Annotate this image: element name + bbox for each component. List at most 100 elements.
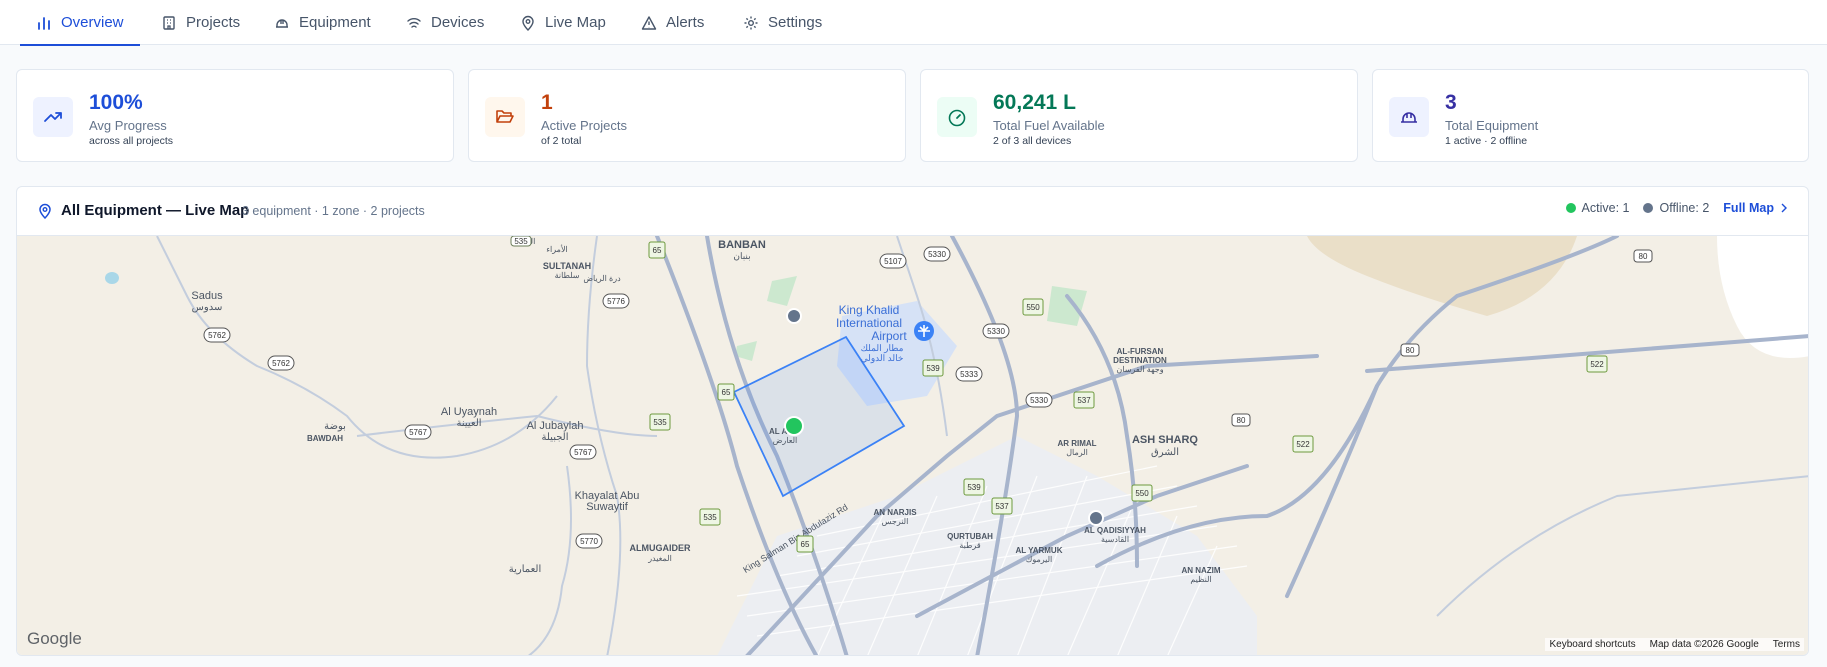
stat-label: Active Projects	[541, 118, 627, 133]
route-shield: 5762	[203, 327, 231, 343]
route-shield: 5330	[982, 323, 1010, 339]
svg-text:سدوس: سدوس	[192, 302, 223, 313]
svg-text:539: 539	[926, 364, 940, 373]
legend-active: Active: 1	[1581, 201, 1630, 215]
full-map-link[interactable]: Full Map	[1723, 201, 1788, 215]
map-pin-icon	[39, 203, 51, 219]
svg-text:Al Uyaynah: Al Uyaynah	[441, 406, 497, 418]
top-nav: Overview Projects Equipment Devices Live…	[0, 0, 1827, 46]
map-data-text: Map data ©2026 Google	[1649, 639, 1759, 650]
stat-label: Total Fuel Available	[993, 118, 1105, 133]
building-icon	[163, 15, 175, 30]
tab-devices[interactable]: Devices	[390, 0, 500, 45]
svg-text:80: 80	[1406, 346, 1415, 355]
svg-text:5776: 5776	[607, 297, 625, 306]
stat-card-total-fuel: 60,241 L Total Fuel Available 2 of 3 all…	[920, 69, 1358, 162]
route-shield: 5767	[404, 424, 432, 440]
route-shield: 65	[796, 535, 814, 553]
trending-up-icon	[33, 97, 73, 137]
svg-text:Suwaytif: Suwaytif	[586, 501, 629, 513]
svg-text:Al Jubaylah: Al Jubaylah	[527, 420, 584, 432]
stat-subtext: across all projects	[89, 135, 174, 147]
map-label: BANBAN	[718, 239, 766, 251]
route-shield: 65	[648, 241, 666, 259]
svg-text:80: 80	[1639, 252, 1648, 261]
tab-equipment[interactable]: Equipment	[258, 0, 387, 45]
svg-text:5107: 5107	[884, 257, 902, 266]
svg-text:Sadus: Sadus	[191, 290, 223, 302]
tab-alerts[interactable]: Alerts	[625, 0, 720, 45]
tab-settings[interactable]: Settings	[727, 0, 838, 45]
svg-text:SULTANAH: SULTANAH	[543, 261, 591, 271]
tab-label: Devices	[431, 14, 485, 31]
hard-hat-icon	[276, 18, 288, 28]
svg-text:5330: 5330	[928, 250, 946, 259]
tab-label: Live Map	[545, 14, 606, 31]
map-legend: Active: 1 Offline: 2 Full Map	[1565, 201, 1788, 215]
svg-text:65: 65	[801, 540, 810, 549]
route-shield: 80	[1231, 413, 1251, 427]
tab-overview[interactable]: Overview	[20, 0, 140, 46]
svg-text:AR RIMAL: AR RIMAL	[1057, 439, 1096, 448]
live-map[interactable]: BANBAN بنبان SULTANAH سلطانة درة الرياض …	[17, 236, 1808, 655]
svg-text:بوضة: بوضة	[324, 421, 346, 432]
svg-text:International: International	[836, 316, 902, 330]
route-shield: 80	[1633, 249, 1653, 263]
stat-value: 60,241 L	[993, 91, 1076, 114]
svg-text:AL QADISIYYAH: AL QADISIYYAH	[1084, 526, 1146, 535]
tab-projects[interactable]: Projects	[145, 0, 256, 45]
equipment-marker-offline[interactable]	[786, 308, 802, 324]
route-shield: 550	[1131, 484, 1153, 502]
stat-label: Avg Progress	[89, 118, 167, 133]
route-shield: 5330	[923, 246, 951, 262]
svg-text:الأمراء: الأمراء	[546, 244, 567, 254]
svg-text:522: 522	[1590, 360, 1604, 369]
svg-text:5762: 5762	[272, 359, 290, 368]
svg-text:5330: 5330	[987, 327, 1005, 336]
hard-hat-icon	[1389, 97, 1429, 137]
tab-label: Projects	[186, 14, 241, 31]
svg-text:5762: 5762	[208, 331, 226, 340]
svg-text:AL-FURSAN: AL-FURSAN	[1117, 347, 1164, 356]
route-shield: 535	[699, 508, 721, 526]
stat-subtext: 2 of 3 all devices	[993, 135, 1072, 147]
equipment-marker-active[interactable]	[784, 416, 804, 436]
keyboard-shortcuts-link[interactable]: Keyboard shortcuts	[1549, 639, 1635, 650]
route-shield: 522	[1586, 355, 1608, 373]
svg-text:قرطبة: قرطبة	[959, 541, 980, 550]
bar-chart-icon	[38, 16, 50, 30]
route-shield: 550	[1022, 298, 1044, 316]
svg-text:AL YARMUK: AL YARMUK	[1016, 546, 1063, 555]
svg-text:وجهة الفرسان: وجهة الفرسان	[1116, 365, 1163, 374]
terms-link[interactable]: Terms	[1773, 639, 1800, 650]
legend-offline: Offline: 2	[1659, 201, 1710, 215]
svg-text:80: 80	[1237, 416, 1246, 425]
svg-text:550: 550	[1026, 303, 1040, 312]
svg-text:539: 539	[967, 483, 981, 492]
route-shield: 5770	[575, 533, 603, 549]
svg-text:BAWDAH: BAWDAH	[307, 434, 343, 443]
svg-text:العارض: العارض	[773, 436, 798, 445]
svg-text:النرجس: النرجس	[882, 517, 909, 526]
tab-label: Equipment	[299, 14, 371, 31]
svg-text:537: 537	[1077, 396, 1091, 405]
svg-text:AN NARJIS: AN NARJIS	[873, 508, 917, 517]
stat-value: 100%	[89, 91, 143, 114]
svg-text:QURTUBAH: QURTUBAH	[947, 532, 993, 541]
route-shield: 535	[649, 413, 671, 431]
svg-text:5330: 5330	[1030, 396, 1048, 405]
stat-label: Total Equipment	[1445, 118, 1539, 133]
tab-live-map[interactable]: Live Map	[504, 0, 622, 45]
svg-text:بنبان: بنبان	[733, 251, 750, 261]
map-panel-title: All Equipment — Live Map	[61, 202, 250, 219]
tab-label: Alerts	[666, 14, 705, 31]
equipment-marker-offline[interactable]	[1088, 510, 1104, 526]
svg-text:الجبيلة: الجبيلة	[542, 432, 569, 443]
offline-dot-icon	[1643, 203, 1654, 213]
svg-text:الشرق: الشرق	[1151, 447, 1179, 458]
route-shield: 522	[1292, 435, 1314, 453]
route-shield: 5107	[879, 253, 907, 269]
map-panel-meta: 3 equipment · 1 zone · 2 projects	[242, 204, 425, 218]
svg-text:65: 65	[722, 388, 731, 397]
stat-card-active-projects: 1 Active Projects of 2 total	[468, 69, 906, 162]
